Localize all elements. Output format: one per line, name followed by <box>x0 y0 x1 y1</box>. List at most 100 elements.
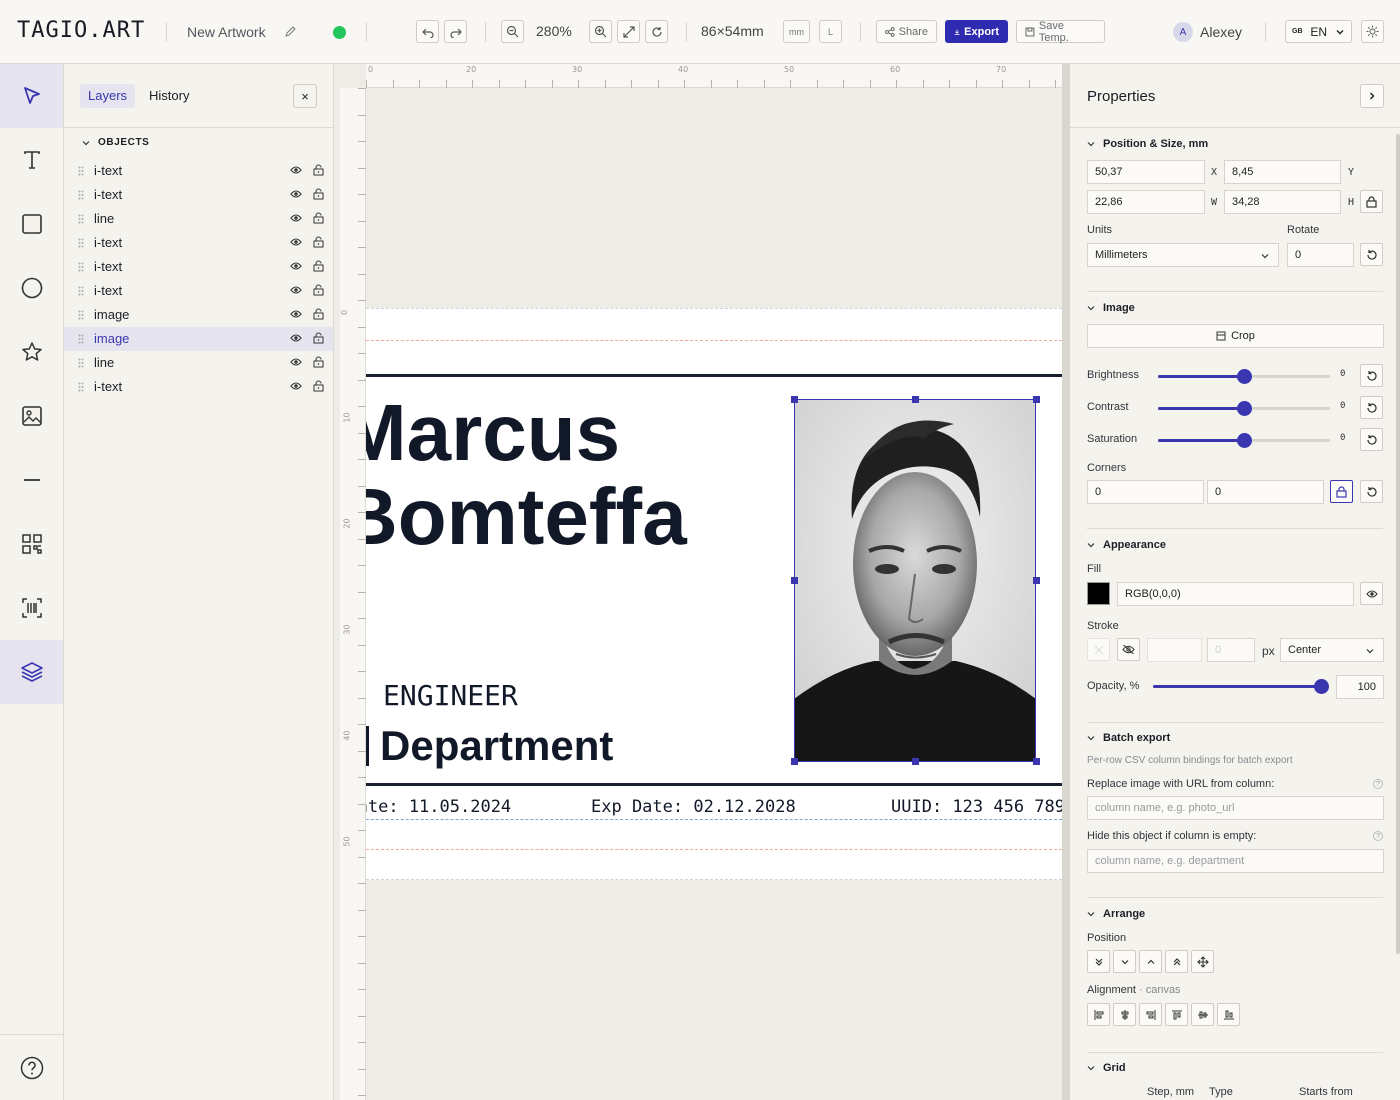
fit-button[interactable] <box>617 20 640 43</box>
qr-tool[interactable] <box>0 512 63 576</box>
corner-radius-x-input[interactable]: 0 <box>1087 480 1204 504</box>
text-tool[interactable] <box>0 128 63 192</box>
share-button[interactable]: Share <box>876 20 937 43</box>
collapse-properties-button[interactable] <box>1360 84 1384 108</box>
line-tool[interactable] <box>0 448 63 512</box>
canvas-scrollbar[interactable] <box>1062 64 1070 1100</box>
unit-toggle[interactable]: mm <box>783 20 810 43</box>
send-backward-button[interactable] <box>1113 950 1136 973</box>
bring-forward-button[interactable] <box>1139 950 1162 973</box>
close-panel-button[interactable]: × <box>293 84 317 108</box>
layer-row[interactable]: i-text <box>64 159 333 183</box>
appearance-section-header[interactable]: Appearance <box>1087 539 1166 551</box>
batch-section-header[interactable]: Batch export <box>1087 732 1170 744</box>
dates-row[interactable]: Issue Date: 11.05.2024 Exp Date: 02.12.2… <box>366 797 1062 820</box>
stroke-color-input[interactable] <box>1147 638 1202 662</box>
drag-handle-icon[interactable] <box>78 214 84 224</box>
save-template-button[interactable]: Save Temp. <box>1016 20 1105 44</box>
barcode-tool[interactable] <box>0 576 63 640</box>
reset-view-button[interactable] <box>645 20 668 43</box>
edit-pencil-icon[interactable] <box>284 26 296 38</box>
contrast-slider-knob[interactable] <box>1237 401 1252 416</box>
fill-value-input[interactable]: RGB(0,0,0) <box>1117 582 1354 606</box>
user-name[interactable]: Alexey <box>1200 24 1242 40</box>
redo-button[interactable] <box>444 20 467 43</box>
layer-row[interactable]: i-text <box>64 255 333 279</box>
eye-icon[interactable] <box>290 309 302 319</box>
brightness-slider[interactable] <box>1158 369 1330 384</box>
hide-object-column-input[interactable]: column name, e.g. department <box>1087 849 1384 873</box>
unlock-icon[interactable] <box>313 236 324 248</box>
eye-icon[interactable] <box>290 381 302 391</box>
undo-button[interactable] <box>416 20 439 43</box>
resize-handle[interactable] <box>1033 577 1040 584</box>
drag-handle-icon[interactable] <box>78 262 84 272</box>
zoom-in-button[interactable] <box>589 20 612 43</box>
layer-row[interactable]: i-text <box>64 279 333 303</box>
replace-image-column-input[interactable]: column name, e.g. photo_url <box>1087 796 1384 820</box>
resize-handle[interactable] <box>791 758 798 765</box>
y-input[interactable]: 8,45 <box>1224 160 1341 184</box>
grid-section-header[interactable]: Grid <box>1087 1062 1126 1074</box>
help-icon[interactable]: ? <box>1373 831 1383 841</box>
first-name-text[interactable]: Marcus <box>366 393 620 473</box>
crop-button[interactable]: Crop <box>1087 324 1384 348</box>
language-select[interactable]: GB EN <box>1285 20 1352 43</box>
top-line[interactable] <box>366 374 1062 377</box>
eye-icon[interactable] <box>290 285 302 295</box>
zoom-level[interactable]: 280% <box>536 23 572 39</box>
contrast-slider[interactable] <box>1158 401 1330 416</box>
drag-handle-icon[interactable] <box>78 190 84 200</box>
drag-handle-icon[interactable] <box>78 286 84 296</box>
export-button[interactable]: Export <box>945 20 1008 43</box>
fill-visibility-button[interactable] <box>1360 582 1383 605</box>
drag-handle-icon[interactable] <box>78 334 84 344</box>
star-tool[interactable] <box>0 320 63 384</box>
saturation-slider[interactable] <box>1158 433 1330 448</box>
align-center-h-button[interactable] <box>1113 1003 1136 1026</box>
drag-handle-icon[interactable] <box>78 166 84 176</box>
layer-row[interactable]: i-text <box>64 183 333 207</box>
units-select[interactable]: Millimeters <box>1087 243 1279 267</box>
tab-layers[interactable]: Layers <box>80 84 136 108</box>
opacity-slider-knob[interactable] <box>1314 679 1329 694</box>
id-card-artboard[interactable]: Marcus Bomteffa ENGINEER Department Issu… <box>366 308 1062 880</box>
x-input[interactable]: 50,37 <box>1087 160 1205 184</box>
stroke-align-select[interactable]: Center <box>1280 638 1384 662</box>
layer-row[interactable]: line <box>64 207 333 231</box>
rectangle-tool[interactable] <box>0 192 63 256</box>
image-section-header[interactable]: Image <box>1087 302 1135 314</box>
saturation-slider-knob[interactable] <box>1237 433 1252 448</box>
unlock-icon[interactable] <box>313 188 324 200</box>
drag-handle-icon[interactable] <box>78 310 84 320</box>
corners-lock-button[interactable] <box>1330 480 1353 503</box>
layers-tool[interactable] <box>0 640 63 704</box>
resize-handle[interactable] <box>1033 758 1040 765</box>
unlock-icon[interactable] <box>313 356 324 368</box>
select-tool[interactable] <box>0 64 63 128</box>
reset-rotate-button[interactable] <box>1360 243 1383 266</box>
stroke-width-input[interactable]: 0 <box>1207 638 1255 662</box>
aspect-lock-button[interactable] <box>1360 190 1383 213</box>
move-button[interactable] <box>1191 950 1214 973</box>
layer-row[interactable]: i-text <box>64 375 333 399</box>
align-bottom-button[interactable] <box>1217 1003 1240 1026</box>
unlock-icon[interactable] <box>313 308 324 320</box>
unlock-icon[interactable] <box>313 260 324 272</box>
stroke-visibility-button[interactable] <box>1117 638 1140 661</box>
layer-row[interactable]: line <box>64 351 333 375</box>
eye-icon[interactable] <box>290 189 302 199</box>
role-text[interactable]: ENGINEER <box>383 679 518 712</box>
reset-corners-button[interactable] <box>1360 480 1383 503</box>
issue-date-text[interactable]: Issue Date: 11.05.2024 <box>366 797 511 817</box>
user-avatar[interactable]: A <box>1173 22 1193 42</box>
zoom-out-button[interactable] <box>501 20 524 43</box>
eye-icon[interactable] <box>290 165 302 175</box>
help-button[interactable] <box>0 1034 63 1100</box>
layer-row[interactable]: image <box>64 327 333 351</box>
rotate-input[interactable]: 0 <box>1287 243 1354 267</box>
uuid-text[interactable]: UUID: 123 456 789 <box>891 797 1062 817</box>
app-logo[interactable]: TAGIO.ART <box>17 18 145 43</box>
drag-handle-icon[interactable] <box>78 238 84 248</box>
opacity-input[interactable]: 100 <box>1336 675 1384 699</box>
